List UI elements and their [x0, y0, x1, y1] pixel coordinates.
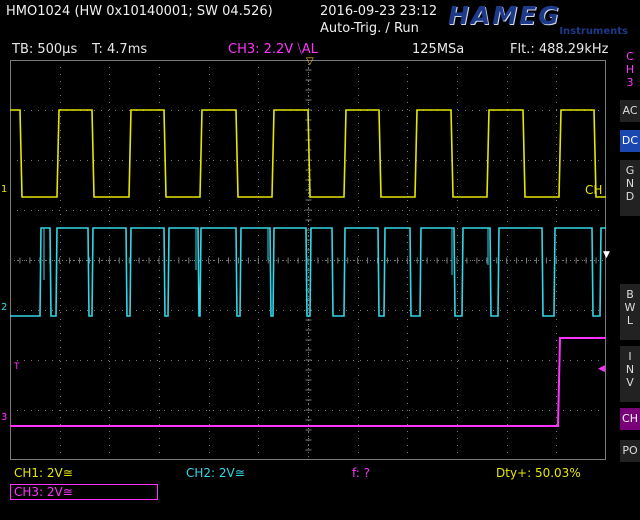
trigger-level-marker[interactable]: T	[14, 362, 20, 372]
bwl-button[interactable]: B W L	[620, 284, 640, 340]
ch1-ground-marker[interactable]: 1	[1, 184, 7, 195]
ch-button[interactable]: CH	[620, 408, 640, 430]
frequency-readout: f: ?	[352, 466, 371, 480]
trigger-channel-readout[interactable]: CH3: 2.2V ⧹AL	[228, 42, 318, 57]
device-info: HMO1024 (HW 0x10140001; SW 04.526)	[6, 4, 273, 19]
duty-cycle-readout: Dty+: 50.03%	[496, 466, 581, 480]
waveform-display[interactable]	[10, 60, 606, 460]
trigger-position-marker[interactable]: ▽	[306, 57, 314, 67]
datetime: 2016-09-23 23:12	[320, 4, 438, 19]
ch3-ground-marker[interactable]: 3	[1, 412, 7, 423]
position-button[interactable]: PO	[620, 440, 640, 462]
ac-coupling-button[interactable]: AC	[620, 100, 640, 122]
timebase-readout[interactable]: TB: 500µs	[12, 42, 77, 57]
ch3-scale-box[interactable]: CH3: 2V≅	[10, 484, 158, 500]
ch2-ground-marker[interactable]: 2	[1, 302, 7, 313]
trigger-time-readout[interactable]: T: 4.7ms	[92, 42, 147, 57]
sample-rate-readout: 125MSa	[412, 42, 465, 57]
ch1-trace	[10, 109, 606, 198]
dc-coupling-button[interactable]: DC	[620, 130, 640, 152]
gnd-button[interactable]: G N D	[620, 160, 640, 216]
filter-readout: Flt.: 488.29kHz	[510, 42, 609, 57]
ch2-offset-arrow: ▼	[603, 250, 610, 260]
channel-side-menu: C H 3 AC DC G N D B W L I N V CH PO	[618, 42, 640, 520]
ch3-menu-title: C H 3	[625, 50, 635, 89]
ch-overlay-label: CH	[585, 183, 603, 197]
trigger-state: Auto-Trig. / Run	[320, 21, 419, 36]
inv-button[interactable]: I N V	[620, 346, 640, 402]
ch2-scale[interactable]: CH2: 2V≅	[186, 466, 245, 480]
ch1-scale[interactable]: CH1: 2V≅	[14, 466, 73, 480]
hameg-logo: HAMEG Instruments	[448, 1, 632, 38]
ch3-level-arrow: ◀	[598, 364, 605, 374]
brand-subtitle: Instruments	[559, 26, 628, 37]
ch3-scale: CH3: 2V≅	[14, 485, 73, 499]
brand-name: HAMEG	[448, 1, 561, 30]
